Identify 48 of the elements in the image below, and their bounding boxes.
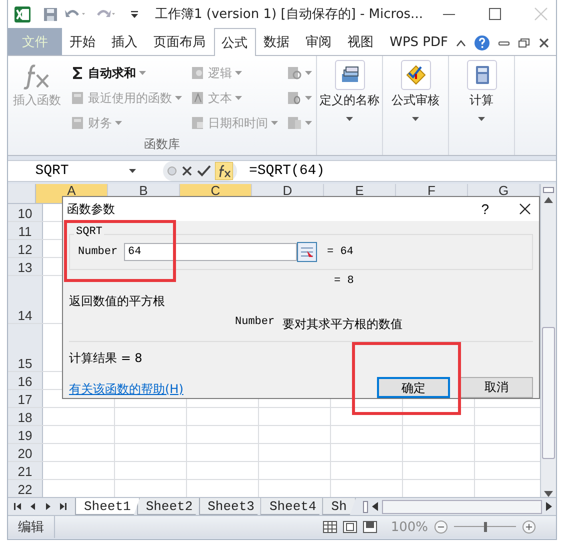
row-header[interactable]: 16 bbox=[8, 372, 43, 389]
row-header[interactable]: 12 bbox=[8, 240, 43, 257]
ribbon-tab[interactable]: WPS PDF bbox=[382, 28, 456, 55]
row-header[interactable]: 20 bbox=[8, 444, 43, 461]
sheet-tab[interactable]: Sh bbox=[322, 498, 356, 515]
ribbon-large-button[interactable]: 公式审核 bbox=[383, 56, 449, 155]
dialog-button[interactable]: 取消 bbox=[460, 377, 533, 398]
formula-preview: = 8 bbox=[333, 275, 355, 289]
row-header[interactable]: 18 bbox=[8, 408, 43, 425]
ribbon-tab[interactable]: 公式 bbox=[214, 28, 256, 56]
row-header[interactable]: 15 bbox=[8, 324, 43, 371]
argument-description: 要对其求平方根的数值 bbox=[282, 316, 403, 333]
row-header[interactable]: 14 bbox=[8, 276, 43, 323]
ribbon-tab[interactable]: 视图 bbox=[340, 28, 382, 55]
ribbon-tab[interactable]: 插入 bbox=[104, 28, 146, 55]
argument-name: Number bbox=[235, 316, 275, 330]
sheet-tab[interactable]: Sheet1 bbox=[75, 498, 140, 515]
argument-label: Number bbox=[78, 246, 119, 258]
argument-result: = 64 bbox=[327, 246, 354, 258]
dialog-button[interactable]: 确定 bbox=[377, 377, 450, 398]
ribbon-tab[interactable]: 数据 bbox=[256, 28, 298, 55]
status-mode: 编辑 bbox=[8, 516, 55, 538]
ribbon-large-button[interactable]: 计算 bbox=[449, 56, 515, 155]
ribbon-tab[interactable]: 审阅 bbox=[298, 28, 340, 55]
row-header[interactable]: 10 bbox=[8, 204, 43, 221]
argument-field[interactable]: 64 bbox=[124, 243, 297, 261]
ribbon-tab[interactable]: 开始 bbox=[62, 28, 104, 55]
row-header[interactable]: 19 bbox=[8, 426, 43, 443]
row-header[interactable]: 11 bbox=[8, 222, 43, 239]
ribbon-menu-button[interactable]: 自动求和 bbox=[70, 62, 182, 84]
group-label: 函数库 bbox=[143, 136, 181, 153]
row-header[interactable]: 21 bbox=[8, 462, 43, 479]
row-header[interactable]: 13 bbox=[8, 258, 43, 275]
ribbon-tab[interactable]: 页面布局 bbox=[146, 28, 214, 55]
calculation-result: 计算结果 = 8 bbox=[69, 350, 144, 367]
help-button[interactable]: ? bbox=[481, 201, 489, 217]
window-title: 工作簿1 (version 1) [自动保存的] - Micros... bbox=[155, 6, 423, 23]
help-link[interactable]: 有关该函数的帮助(H) bbox=[69, 381, 184, 398]
ribbon-large-button[interactable]: 定义的名称 bbox=[317, 56, 383, 155]
row-header[interactable]: 17 bbox=[8, 390, 43, 407]
sheet-tab[interactable]: Sheet2 bbox=[136, 498, 202, 515]
formula-field[interactable]: =SQRT(64) bbox=[237, 163, 325, 179]
row-header[interactable]: 22 bbox=[8, 480, 43, 497]
dialog-title: 函数参数 bbox=[67, 200, 116, 218]
name-box[interactable]: SQRT bbox=[8, 161, 163, 181]
function-name: SQRT bbox=[74, 226, 104, 238]
function-description: 返回数值的平方根 bbox=[69, 293, 166, 310]
zoom-level: 100% bbox=[390, 520, 428, 534]
